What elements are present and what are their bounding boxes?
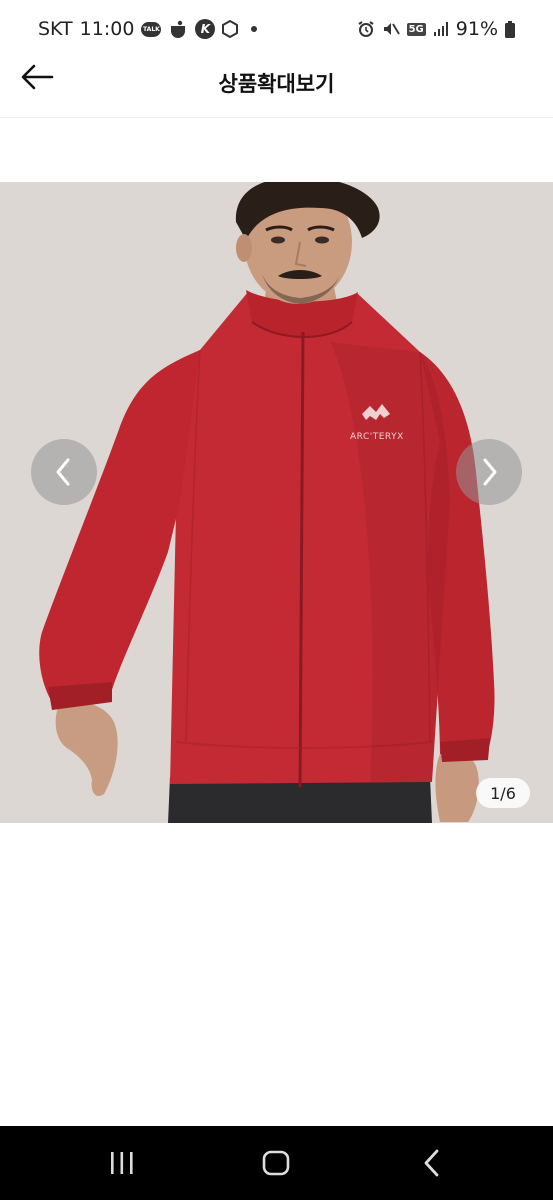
home-button[interactable] xyxy=(246,1146,306,1180)
carrier-label: SKT xyxy=(38,18,73,40)
battery-percent: 91% xyxy=(455,18,498,40)
brand-logo-text: ARC'TERYX xyxy=(350,432,404,442)
status-right: 5G 91% xyxy=(357,18,515,40)
battery-icon xyxy=(505,20,515,38)
mute-icon xyxy=(382,20,400,38)
status-bar: SKT 11:00 TALK K 5G 91% xyxy=(0,0,553,58)
status-left: SKT 11:00 TALK K xyxy=(38,18,258,40)
system-navigation-bar xyxy=(0,1126,553,1200)
chevron-left-icon xyxy=(56,458,70,486)
chevron-right-icon xyxy=(483,458,497,486)
image-viewer[interactable]: ARC'TERYX 1/6 xyxy=(0,182,553,823)
previous-image-button[interactable] xyxy=(31,439,97,505)
notification-app-icon xyxy=(168,20,188,38)
back-chevron-icon xyxy=(424,1149,439,1177)
hexagon-icon xyxy=(222,20,239,38)
alarm-icon xyxy=(357,20,375,38)
clock: 11:00 xyxy=(79,18,135,40)
system-back-button[interactable] xyxy=(402,1146,462,1180)
next-image-button[interactable] xyxy=(456,439,522,505)
image-counter: 1/6 xyxy=(476,778,530,808)
page-title: 상품확대보기 xyxy=(218,72,335,96)
k-app-icon: K xyxy=(195,19,216,39)
kakaotalk-icon: TALK xyxy=(141,21,162,37)
product-image xyxy=(0,182,553,823)
network-5g-icon: 5G xyxy=(406,22,426,36)
top-app-bar: 상품확대보기 xyxy=(0,58,553,118)
signal-icon xyxy=(433,21,449,37)
recent-apps-button[interactable] xyxy=(92,1146,152,1180)
recent-apps-icon xyxy=(111,1152,133,1174)
more-notifications-dot-icon xyxy=(251,26,258,32)
home-icon xyxy=(262,1150,290,1176)
